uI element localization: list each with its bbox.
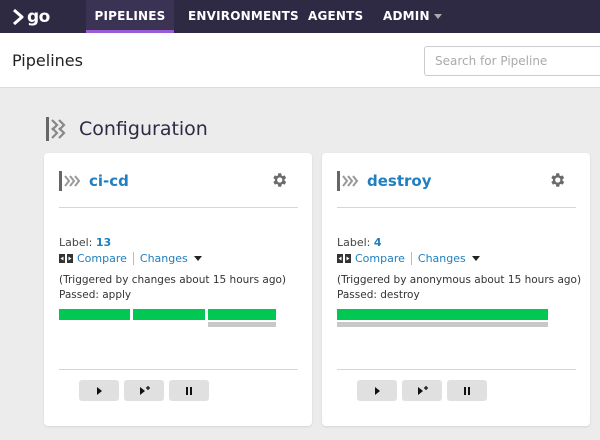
pipeline-group-icon — [46, 117, 66, 141]
search-input[interactable] — [424, 46, 600, 76]
stage-bar[interactable] — [337, 309, 548, 320]
changes-link[interactable]: Changes — [140, 252, 188, 265]
compare-icon — [59, 254, 73, 263]
card-divider — [337, 207, 576, 208]
stage-bar[interactable] — [133, 309, 205, 320]
card-divider — [59, 207, 298, 208]
trigger-button[interactable] — [357, 380, 397, 401]
stage-history-bar — [337, 322, 548, 327]
stage-history-bar — [208, 322, 276, 327]
chevron-down-icon — [433, 14, 442, 19]
nav-pipelines[interactable]: PIPELINES — [86, 0, 174, 33]
pipeline-card: ci-cd Label: 13 Compare Changes (Trigger… — [44, 153, 312, 426]
pause-icon — [464, 386, 470, 395]
go-logo-icon — [13, 8, 24, 26]
compare-link[interactable]: Compare — [355, 252, 405, 265]
trigger-with-options-button[interactable] — [402, 380, 442, 401]
nav-admin-label: ADMIN — [383, 9, 430, 23]
link-separator — [410, 252, 412, 265]
label-text: Label: — [59, 236, 93, 249]
pause-button[interactable] — [169, 380, 209, 401]
top-nav: go PIPELINES ENVIRONMENTS AGENTS ADMIN — [0, 0, 600, 33]
pause-icon — [186, 386, 192, 395]
stage-bar[interactable] — [208, 309, 276, 320]
pipeline-links: Compare Changes — [59, 252, 202, 265]
link-separator — [132, 252, 134, 265]
chevron-down-icon[interactable] — [193, 256, 202, 261]
label-value[interactable]: 13 — [96, 236, 111, 249]
card-divider — [59, 369, 298, 370]
play-plus-icon — [418, 385, 428, 395]
gear-icon[interactable] — [548, 171, 566, 189]
gear-icon[interactable] — [270, 171, 288, 189]
play-icon — [97, 386, 102, 395]
compare-icon — [337, 254, 351, 263]
pipeline-card: destroy Label: 4 Compare Changes (Trigge… — [322, 153, 590, 426]
passed-stage: Passed: apply — [59, 289, 132, 301]
pipeline-name[interactable]: destroy — [367, 172, 432, 190]
trigger-info: (Triggered by anonymous about 15 hours a… — [337, 274, 582, 286]
pipeline-links: Compare Changes — [337, 252, 480, 265]
pipeline-label: Label: 4 — [337, 236, 382, 249]
play-plus-icon — [140, 385, 150, 395]
nav-environments[interactable]: ENVIRONMENTS — [188, 0, 299, 33]
trigger-info: (Triggered by changes about 15 hours ago… — [59, 274, 287, 286]
label-text: Label: — [337, 236, 371, 249]
passed-stage: Passed: destroy — [337, 289, 420, 301]
go-logo[interactable]: go — [12, 6, 50, 28]
pipeline-name[interactable]: ci-cd — [89, 172, 129, 190]
pipeline-icon — [337, 171, 359, 191]
nav-agents[interactable]: AGENTS — [308, 0, 363, 33]
label-value[interactable]: 4 — [374, 236, 382, 249]
group-title: Configuration — [79, 118, 208, 140]
nav-admin[interactable]: ADMIN — [383, 0, 442, 33]
stage-bar[interactable] — [59, 309, 130, 320]
pipeline-icon — [59, 171, 81, 191]
card-divider — [337, 369, 576, 370]
trigger-button[interactable] — [79, 380, 119, 401]
chevron-down-icon[interactable] — [471, 256, 480, 261]
pause-button[interactable] — [447, 380, 487, 401]
logo-text: go — [27, 7, 50, 27]
page-title: Pipelines — [12, 51, 83, 70]
trigger-with-options-button[interactable] — [124, 380, 164, 401]
page-header: Pipelines — [0, 33, 600, 88]
changes-link[interactable]: Changes — [418, 252, 466, 265]
pipeline-label: Label: 13 — [59, 236, 111, 249]
play-icon — [375, 386, 380, 395]
compare-link[interactable]: Compare — [77, 252, 127, 265]
